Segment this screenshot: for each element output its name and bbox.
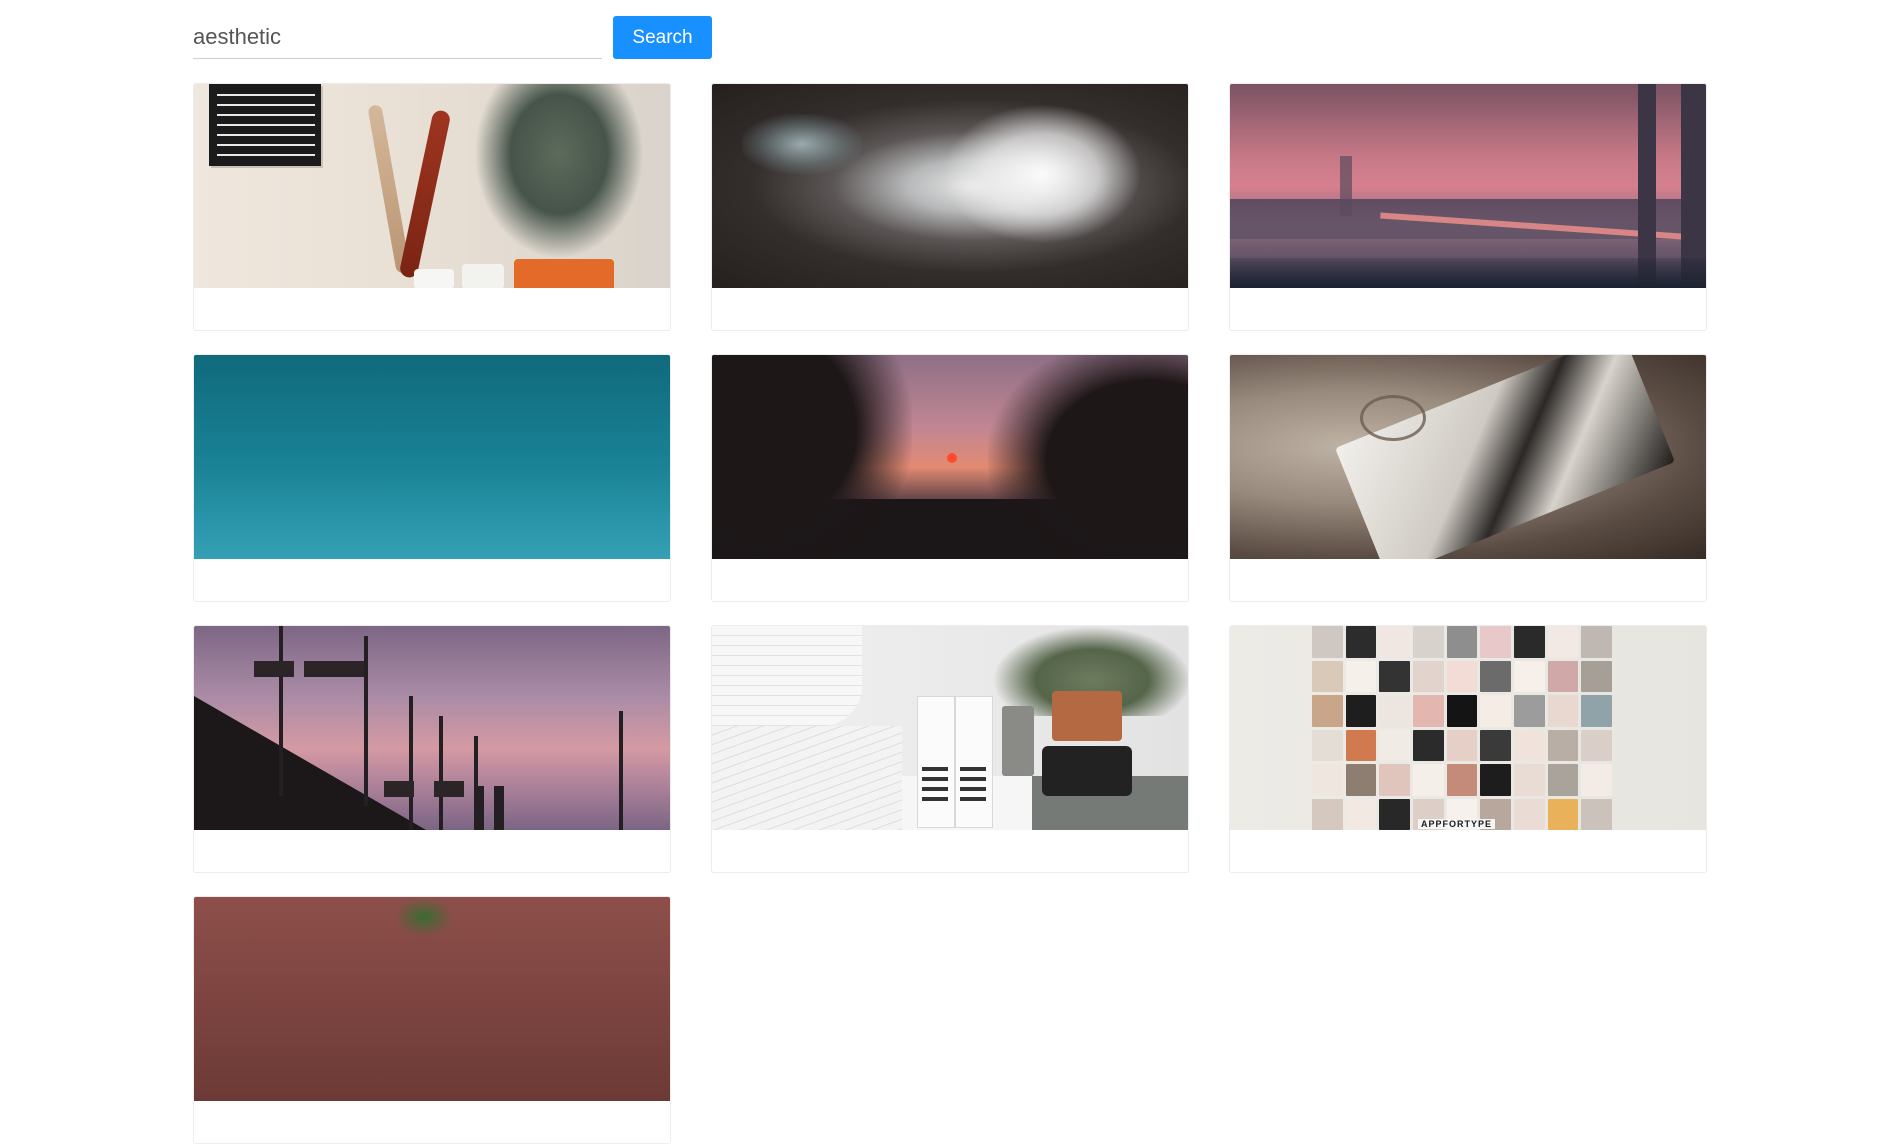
image-thumbnail[interactable] xyxy=(712,626,1188,830)
collage-caption: APPFORTYPE xyxy=(1418,819,1496,829)
image-card[interactable] xyxy=(193,83,671,331)
image-thumbnail[interactable] xyxy=(194,897,670,1101)
image-card[interactable]: APPFORTYPE xyxy=(1229,625,1707,873)
card-body xyxy=(194,288,670,330)
card-body xyxy=(712,559,1188,601)
card-body xyxy=(1230,288,1706,330)
card-body xyxy=(1230,830,1706,872)
image-thumbnail[interactable] xyxy=(712,355,1188,559)
card-body xyxy=(194,830,670,872)
search-bar: Search xyxy=(193,16,712,59)
image-thumbnail[interactable] xyxy=(194,355,670,559)
image-card[interactable] xyxy=(711,83,1189,331)
card-body xyxy=(712,830,1188,872)
card-body xyxy=(194,1101,670,1143)
image-card[interactable] xyxy=(711,625,1189,873)
image-card[interactable] xyxy=(1229,354,1707,602)
image-grid: APPFORTYPE xyxy=(193,83,1707,1144)
image-thumbnail[interactable] xyxy=(712,84,1188,288)
search-input[interactable] xyxy=(193,16,602,59)
image-thumbnail[interactable] xyxy=(1230,355,1706,559)
image-thumbnail[interactable] xyxy=(1230,84,1706,288)
image-thumbnail[interactable] xyxy=(194,626,670,830)
image-card[interactable] xyxy=(193,896,671,1144)
card-body xyxy=(712,288,1188,330)
image-card[interactable] xyxy=(193,625,671,873)
poster xyxy=(209,84,321,166)
card-body xyxy=(1230,559,1706,601)
collage xyxy=(1312,626,1612,830)
image-thumbnail[interactable] xyxy=(194,84,670,288)
image-card[interactable] xyxy=(193,354,671,602)
image-thumbnail[interactable]: APPFORTYPE xyxy=(1230,626,1706,830)
image-card[interactable] xyxy=(1229,83,1707,331)
image-card[interactable] xyxy=(711,354,1189,602)
card-body xyxy=(194,559,670,601)
search-button[interactable]: Search xyxy=(613,16,712,59)
